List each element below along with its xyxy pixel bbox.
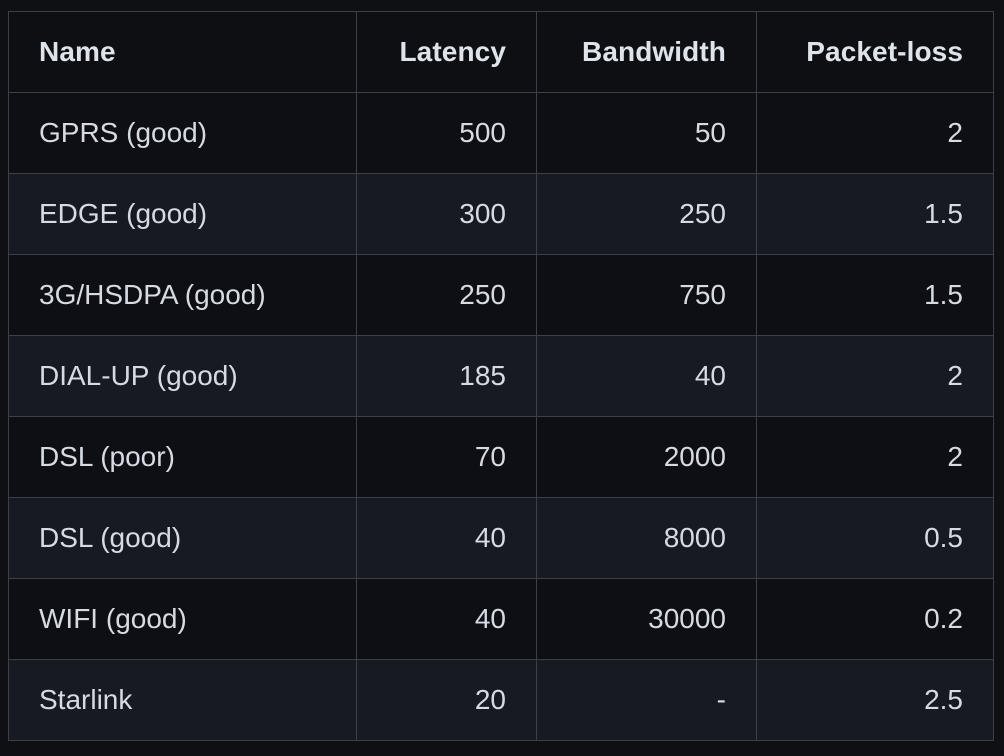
cell-packet-loss: 0.2 (756, 578, 994, 660)
table-body: GPRS (good) 500 50 2 EDGE (good) 300 250… (8, 92, 994, 741)
cell-packet-loss: 1.5 (756, 254, 994, 336)
cell-bandwidth: 2000 (536, 416, 757, 498)
cell-bandwidth: 30000 (536, 578, 757, 660)
cell-latency: 40 (356, 578, 537, 660)
table-header: Name Latency Bandwidth Packet-loss (8, 11, 994, 93)
table-row: DIAL-UP (good) 185 40 2 (8, 335, 994, 417)
network-profiles-table: Name Latency Bandwidth Packet-loss GPRS … (8, 11, 994, 741)
cell-packet-loss: 2.5 (756, 659, 994, 741)
cell-latency: 500 (356, 92, 537, 174)
cell-latency: 70 (356, 416, 537, 498)
cell-bandwidth: 750 (536, 254, 757, 336)
cell-name: GPRS (good) (8, 92, 357, 174)
cell-latency: 185 (356, 335, 537, 417)
page-root: Name Latency Bandwidth Packet-loss GPRS … (0, 0, 1004, 756)
cell-latency: 250 (356, 254, 537, 336)
table-row: EDGE (good) 300 250 1.5 (8, 173, 994, 255)
cell-bandwidth: 40 (536, 335, 757, 417)
cell-bandwidth: 250 (536, 173, 757, 255)
cell-name: DIAL-UP (good) (8, 335, 357, 417)
cell-packet-loss: 2 (756, 335, 994, 417)
table-header-row: Name Latency Bandwidth Packet-loss (8, 11, 994, 93)
cell-latency: 40 (356, 497, 537, 579)
table-row: 3G/HSDPA (good) 250 750 1.5 (8, 254, 994, 336)
table-row: GPRS (good) 500 50 2 (8, 92, 994, 174)
cell-latency: 300 (356, 173, 537, 255)
cell-name: EDGE (good) (8, 173, 357, 255)
cell-packet-loss: 2 (756, 92, 994, 174)
column-header-name[interactable]: Name (8, 11, 357, 93)
cell-bandwidth: 50 (536, 92, 757, 174)
cell-name: DSL (good) (8, 497, 357, 579)
table-row: WIFI (good) 40 30000 0.2 (8, 578, 994, 660)
column-header-packet-loss[interactable]: Packet-loss (756, 11, 994, 93)
cell-name: DSL (poor) (8, 416, 357, 498)
table-row: DSL (poor) 70 2000 2 (8, 416, 994, 498)
cell-name: Starlink (8, 659, 357, 741)
cell-name: 3G/HSDPA (good) (8, 254, 357, 336)
cell-packet-loss: 0.5 (756, 497, 994, 579)
table-row: DSL (good) 40 8000 0.5 (8, 497, 994, 579)
cell-packet-loss: 1.5 (756, 173, 994, 255)
column-header-latency[interactable]: Latency (356, 11, 537, 93)
cell-bandwidth: 8000 (536, 497, 757, 579)
network-profiles-table-container: Name Latency Bandwidth Packet-loss GPRS … (8, 11, 994, 745)
cell-latency: 20 (356, 659, 537, 741)
cell-packet-loss: 2 (756, 416, 994, 498)
column-header-bandwidth[interactable]: Bandwidth (536, 11, 757, 93)
table-row: Starlink 20 - 2.5 (8, 659, 994, 741)
cell-bandwidth: - (536, 659, 757, 741)
cell-name: WIFI (good) (8, 578, 357, 660)
